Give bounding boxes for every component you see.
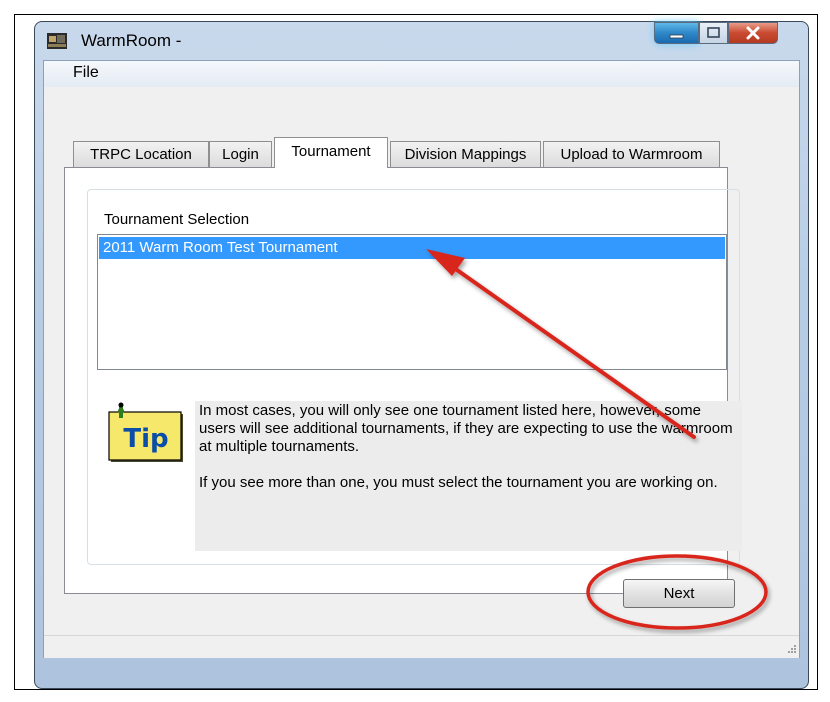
tip-icon: Tip — [108, 402, 183, 462]
next-button[interactable]: Next — [623, 579, 735, 608]
app-icon — [47, 33, 67, 49]
menu-bar: File — [44, 61, 799, 87]
tip-paragraph-1: In most cases, you will only see one tou… — [199, 402, 733, 455]
tip-panel: In most cases, you will only see one tou… — [195, 401, 742, 551]
close-icon — [746, 26, 760, 40]
status-bar — [44, 635, 799, 658]
maximize-button[interactable] — [699, 22, 728, 44]
list-item[interactable]: 2011 Warm Room Test Tournament — [99, 237, 725, 259]
tab-tournament[interactable]: Tournament — [274, 137, 388, 168]
minimize-button[interactable] — [654, 22, 699, 44]
tab-trpc-location[interactable]: TRPC Location — [73, 141, 209, 167]
tip-paragraph-2: If you see more than one, you must selec… — [199, 474, 718, 491]
tournament-listbox[interactable]: 2011 Warm Room Test Tournament — [97, 234, 727, 370]
tournament-selection-label: Tournament Selection — [104, 211, 250, 228]
tab-division-mappings[interactable]: Division Mappings — [390, 141, 541, 167]
close-button[interactable] — [728, 22, 778, 44]
tip-icon-label: Tip — [123, 424, 168, 454]
minimize-icon — [669, 34, 684, 39]
window-title: WarmRoom - — [81, 31, 182, 50]
tab-upload-to-warmroom[interactable]: Upload to Warmroom — [543, 141, 720, 167]
tab-login[interactable]: Login — [209, 141, 272, 167]
title-bar[interactable]: WarmRoom - — [35, 22, 808, 60]
resize-grip-icon[interactable] — [785, 644, 797, 656]
maximize-icon — [707, 27, 720, 38]
menu-file[interactable]: File — [70, 64, 102, 82]
